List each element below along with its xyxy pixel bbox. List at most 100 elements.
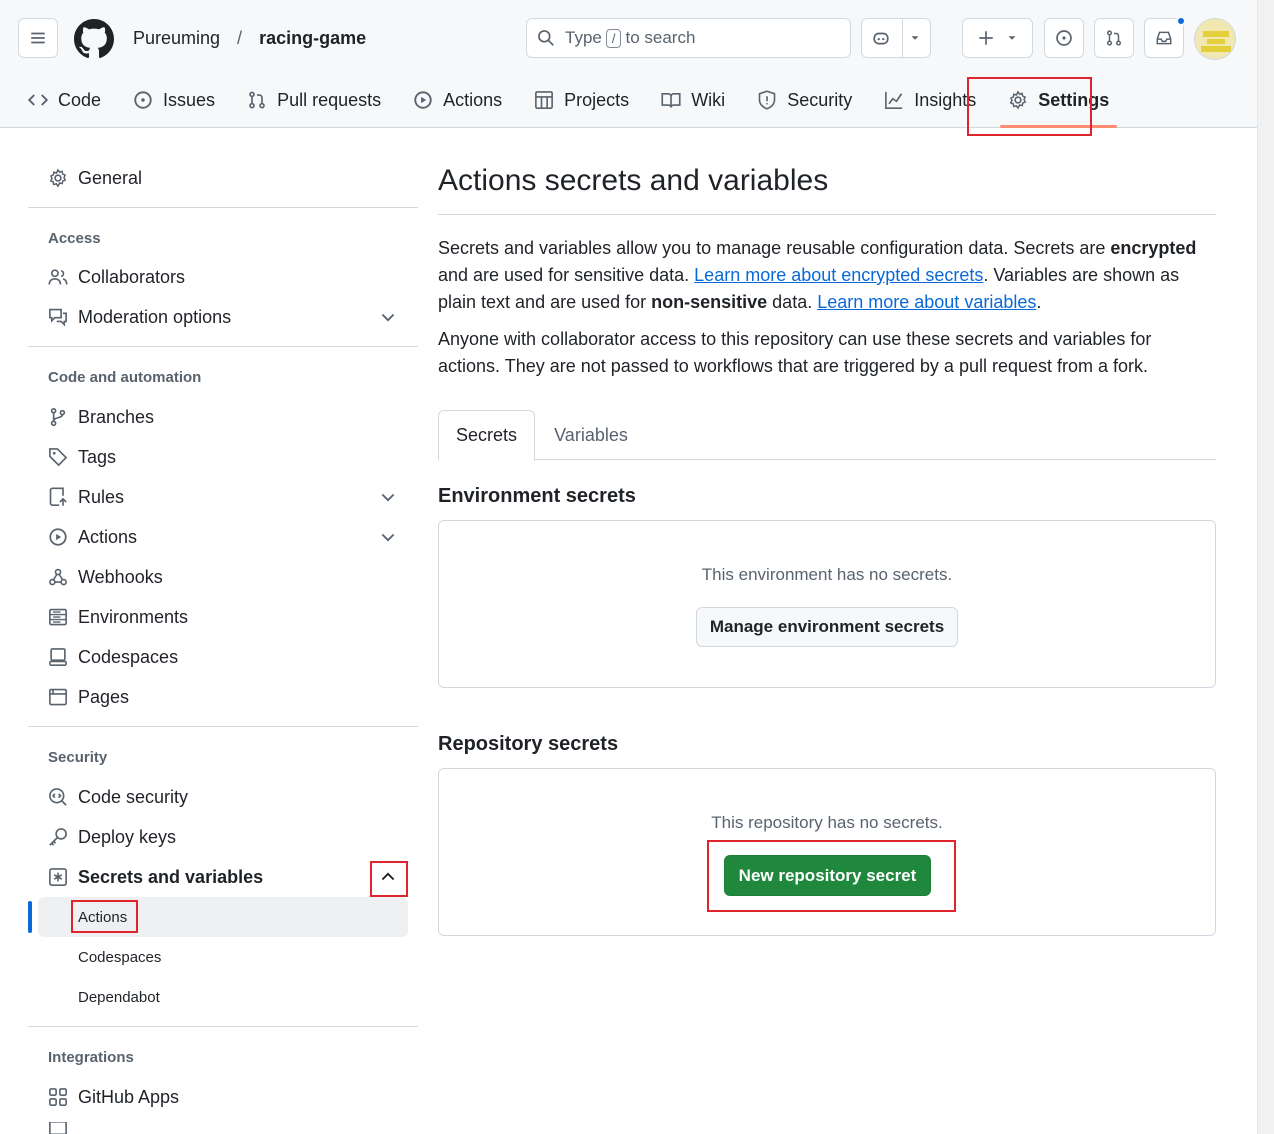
- notification-dot: [1176, 16, 1186, 26]
- issues-button[interactable]: [1044, 18, 1084, 58]
- page-title: Actions secrets and variables: [438, 164, 829, 197]
- tab-projects[interactable]: Projects: [534, 80, 629, 120]
- repository-secrets-box: This repository has no secrets. New repo…: [438, 768, 1216, 936]
- tab-label: Actions: [443, 89, 503, 110]
- tab-label: Wiki: [691, 89, 726, 110]
- caret-down-icon: [911, 36, 919, 40]
- sidebar-item-actions[interactable]: Actions: [48, 521, 137, 553]
- sidebar-item-label: Actions: [78, 908, 128, 926]
- chevron-up-icon[interactable]: [378, 867, 398, 887]
- sidebar-item-label: Tags: [78, 446, 117, 467]
- sidebar-item-codespaces[interactable]: Codespaces: [48, 641, 178, 673]
- sidebar-item-secrets-variables[interactable]: Secrets and variables: [48, 861, 263, 893]
- tab-issues[interactable]: Issues: [133, 80, 215, 120]
- mail-icon: [49, 1122, 67, 1134]
- active-tab-underline: [1000, 125, 1118, 128]
- secrets-variables-tabs: Secrets Variables: [438, 410, 1216, 461]
- tab-pull-requests[interactable]: Pull requests: [247, 80, 381, 120]
- tab-variables[interactable]: Variables: [546, 410, 636, 460]
- sidebar-subitem-codespaces[interactable]: Codespaces: [78, 941, 161, 973]
- new-repository-secret-button[interactable]: New repository secret: [724, 855, 931, 896]
- sidebar-item-webhooks[interactable]: Webhooks: [48, 561, 163, 593]
- search-input[interactable]: Type / to search: [526, 18, 851, 58]
- copilot-button[interactable]: [861, 18, 931, 58]
- code-icon: [28, 94, 48, 106]
- repo-push-icon: [49, 487, 67, 506]
- sidebar-item-label: Environments: [78, 606, 189, 627]
- sidebar-item-general[interactable]: General: [48, 162, 142, 194]
- tab-wiki[interactable]: Wiki: [661, 80, 725, 120]
- plus-icon: [978, 31, 993, 45]
- tab-secrets[interactable]: Secrets: [438, 410, 535, 461]
- tab-security[interactable]: Security: [757, 80, 852, 120]
- table-icon: [535, 91, 554, 109]
- repo-link[interactable]: racing-game: [259, 28, 366, 49]
- pull-requests-button[interactable]: [1094, 18, 1134, 58]
- variables-link[interactable]: Learn more about variables: [817, 292, 1036, 312]
- sidebar-item-label: Webhooks: [78, 566, 163, 587]
- sidebar-heading-security: Security: [48, 749, 108, 766]
- text-span: and are used for sensitive data.: [438, 265, 695, 285]
- breadcrumb: Pureuming / racing-game: [133, 28, 366, 49]
- tab-insights[interactable]: Insights: [884, 80, 976, 120]
- shield-icon: [758, 90, 776, 110]
- environment-empty-message: This environment has no secrets.: [701, 565, 953, 584]
- sidebar-item-moderation[interactable]: Moderation options: [48, 301, 231, 333]
- selected-indicator: [28, 901, 32, 933]
- sidebar-item-rules[interactable]: Rules: [48, 481, 124, 513]
- sidebar-item-environments[interactable]: Environments: [48, 601, 188, 633]
- owner-link[interactable]: Pureuming: [133, 28, 220, 49]
- divider: [28, 207, 418, 208]
- github-logo-icon[interactable]: [74, 19, 114, 59]
- scrollbar[interactable]: [1257, 0, 1274, 1134]
- gear-icon: [49, 168, 67, 188]
- manage-environment-secrets-button[interactable]: Manage environment secrets: [696, 607, 958, 647]
- sidebar-item-branches[interactable]: Branches: [48, 401, 154, 433]
- sidebar-item-label: Branches: [78, 406, 155, 427]
- hamburger-menu-button[interactable]: [18, 18, 58, 58]
- sidebar-item-label: Codespaces: [78, 646, 179, 667]
- sidebar-item-tags[interactable]: Tags: [48, 441, 116, 473]
- tag-icon: [49, 448, 68, 467]
- sidebar-item-deploy-keys[interactable]: Deploy keys: [48, 821, 176, 853]
- sidebar-item-label: Actions: [78, 526, 138, 547]
- avatar[interactable]: [1194, 18, 1236, 60]
- encrypted-secrets-link[interactable]: Learn more about encrypted secrets: [694, 265, 983, 285]
- chevron-down-icon[interactable]: [378, 527, 398, 547]
- text-strong: non-sensitive: [651, 292, 768, 312]
- codespaces-icon: [49, 648, 67, 666]
- tab-label: Issues: [163, 89, 216, 110]
- play-icon: [49, 528, 67, 546]
- tab-label: Projects: [564, 89, 630, 110]
- menu-icon: [31, 32, 45, 44]
- chevron-down-icon[interactable]: [378, 487, 398, 507]
- tab-actions[interactable]: Actions: [413, 80, 502, 120]
- environment-secrets-box: This environment has no secrets. Manage …: [438, 520, 1216, 688]
- sidebar-subitem-dependabot[interactable]: Dependabot: [78, 981, 160, 1013]
- book-icon: [661, 92, 681, 108]
- sidebar-item-github-apps[interactable]: GitHub Apps: [48, 1081, 179, 1113]
- tab-settings[interactable]: Settings: [1000, 80, 1118, 128]
- chevron-down-icon[interactable]: [378, 307, 398, 327]
- sidebar-heading-integrations: Integrations: [48, 1049, 134, 1066]
- sidebar-item-collaborators[interactable]: Collaborators: [48, 261, 185, 293]
- tab-label: Pull requests: [277, 89, 382, 110]
- tab-label: Code: [58, 89, 102, 110]
- sidebar-item-label: Dependabot: [78, 988, 160, 1006]
- tab-label: Security: [787, 89, 853, 110]
- title-divider: [438, 214, 1216, 215]
- sidebar-item-code-security[interactable]: Code security: [48, 781, 188, 813]
- branch-icon: [50, 407, 66, 427]
- issue-icon: [1056, 30, 1072, 46]
- sidebar-subitem-actions[interactable]: Actions: [78, 901, 127, 933]
- people-icon: [48, 269, 68, 285]
- server-icon: [49, 608, 67, 626]
- sidebar-item-label: Pages: [78, 686, 130, 707]
- tab-label: Insights: [914, 89, 977, 110]
- sidebar-item-pages[interactable]: Pages: [48, 681, 129, 713]
- text-span: data.: [767, 292, 818, 312]
- tab-code[interactable]: Code: [28, 80, 101, 120]
- tab-label: Settings: [1038, 89, 1110, 110]
- create-new-button[interactable]: [962, 18, 1033, 58]
- repository-secrets-heading: Repository secrets: [438, 733, 619, 755]
